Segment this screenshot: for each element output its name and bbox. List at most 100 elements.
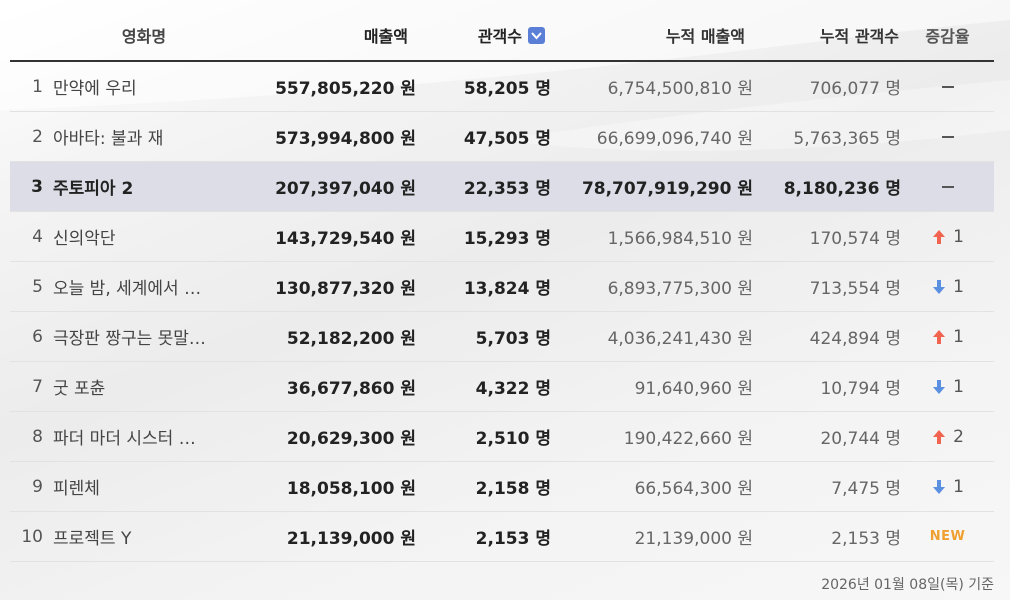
daily-revenue: 130,877,320 원 (275, 279, 416, 299)
daily-revenue: 21,139,000 원 (286, 529, 416, 549)
daily-audience: 58,205 명 (463, 79, 551, 99)
rank-number: 3 (31, 176, 43, 197)
sort-desc-icon[interactable] (528, 26, 545, 44)
movie-title[interactable]: 프로젝트 Y (43, 524, 218, 549)
table-row[interactable]: 7굿 포츈 36,677,860 원 4,322 명 91,640,960 원 10,7… (10, 362, 994, 412)
cumulative-revenue: 78,707,919,290 원 (581, 179, 753, 199)
daily-revenue: 207,397,040 원 (275, 179, 416, 199)
rank-change: NEW (901, 529, 994, 544)
table-row[interactable]: 9 피렌체 18,058,100 원 2,158 명 66,564,300 원 7,475… (10, 462, 994, 512)
arrow-up-icon (933, 329, 946, 344)
rank-change: 1 (901, 227, 994, 247)
daily-audience: 5,703 명 (475, 329, 551, 349)
daily-audience: 4,322 명 (475, 379, 551, 399)
cumulative-revenue: 1,566,984,510 원 (607, 229, 753, 249)
table-row[interactable]: 5 오늘 밤, 세계에서 … 130,877,320 원 13,824 명 6,893,… (10, 262, 994, 312)
cumulative-revenue: 190,422,660 원 (623, 429, 753, 449)
rank-number: 5 (32, 276, 43, 297)
movie-title[interactable]: 신의악단 (43, 224, 218, 249)
rank-change: 1 (901, 477, 994, 497)
cumulative-audience: 706,077 명 (809, 79, 901, 99)
movie-title[interactable]: 극장판 짱구는 못말… (43, 324, 218, 349)
cumulative-revenue: 21,139,000 원 (634, 529, 753, 549)
table-row[interactable]: 4 신의악단 143,729,540 원 15,293 명 1,566,984,510 … (10, 212, 994, 262)
arrow-down-icon (933, 379, 946, 394)
cumulative-audience: 20,744 명 (820, 429, 901, 449)
daily-revenue: 557,805,220 원 (275, 79, 416, 99)
cumulative-revenue: 91,640,960 원 (634, 379, 753, 399)
rank-number: 4 (32, 226, 43, 247)
table-body: 1 만약에 우리 557,805,220 원 58,205 명 6,754,500,81… (10, 62, 994, 562)
rank-change: 1 (901, 377, 994, 397)
cumulative-audience: 424,894 명 (809, 329, 901, 349)
movie-title[interactable]: 오늘 밤, 세계에서 … (43, 274, 218, 299)
cumulative-audience: 8,180,236 명 (783, 179, 901, 199)
rank-number: 10 (21, 526, 43, 547)
boxoffice-table: 영화명 매출액 관객수 누적 매출액 누적 관객수 증감율 1 만약에 우리 557… (10, 10, 994, 562)
daily-revenue: 52,182,200 원 (286, 329, 416, 349)
daily-audience: 2,158 명 (475, 479, 551, 499)
header-audience-label: 관객수 (477, 27, 522, 46)
rank-change-value: 1 (953, 326, 964, 347)
movie-title[interactable]: 주토피아 2 (43, 174, 218, 199)
daily-audience: 13,824 명 (463, 279, 551, 299)
movie-title[interactable]: 아바타: 불과 재 (43, 124, 218, 149)
daily-revenue: 20,629,300 원 (286, 429, 416, 449)
daily-revenue: 18,058,100 원 (286, 479, 416, 499)
arrow-down-icon (933, 479, 946, 494)
reference-date: 2026년 01월 08일(목) 기준 (821, 577, 994, 593)
movie-title[interactable]: 만약에 우리 (43, 74, 218, 99)
daily-audience: 2,153 명 (475, 529, 551, 549)
table-row[interactable]: 2 아바타: 불과 재 573,994,800 원 47,505 명 66,699,09… (10, 112, 994, 162)
rank-number: 8 (32, 426, 43, 447)
arrow-up-icon (933, 429, 946, 444)
rank-number: 9 (32, 476, 43, 497)
rank-change (901, 85, 994, 88)
no-change-dash-icon (941, 135, 954, 138)
daily-revenue: 573,994,800 원 (275, 129, 416, 149)
table-row[interactable]: 8 파더 마더 시스터 … 20,629,300 원 2,510 명 190,422,6… (10, 412, 994, 462)
table-row[interactable]: 3 주토피아 2 207,397,040 원 22,353 명 78,707,919,2… (10, 162, 994, 212)
cumulative-revenue: 66,699,096,740 원 (596, 129, 753, 149)
cumulative-audience: 713,554 명 (809, 279, 901, 299)
cumulative-revenue: 6,754,500,810 원 (607, 79, 753, 99)
header-cum-revenue[interactable]: 누적 매출액 (551, 23, 753, 47)
movie-title[interactable]: 파더 마더 시스터 … (43, 424, 218, 449)
arrow-down-icon (933, 279, 946, 294)
rank-number: 1 (32, 76, 43, 97)
header-change[interactable]: 증감율 (901, 23, 994, 47)
arrow-up-icon (933, 229, 946, 244)
cumulative-audience: 2,153 명 (831, 529, 901, 549)
daily-audience: 47,505 명 (463, 129, 551, 149)
daily-audience: 15,293 명 (463, 229, 551, 249)
cumulative-revenue: 66,564,300 원 (634, 479, 753, 499)
rank-change-value: 1 (953, 276, 964, 297)
cumulative-audience: 10,794 명 (820, 379, 901, 399)
rank-change (901, 185, 994, 188)
cumulative-audience: 170,574 명 (809, 229, 901, 249)
daily-revenue: 143,729,540 원 (275, 229, 416, 249)
rank-number: 2 (32, 126, 43, 147)
rank-change-value: 1 (953, 476, 964, 497)
rank-number: 7 (32, 376, 43, 397)
cumulative-revenue: 4,036,241,430 원 (607, 329, 753, 349)
rank-number: 6 (32, 326, 43, 347)
cumulative-audience: 7,475 명 (831, 479, 901, 499)
movie-title[interactable]: 피렌체 (43, 474, 218, 499)
table-row[interactable]: 1 만약에 우리 557,805,220 원 58,205 명 6,754,500,81… (10, 62, 994, 112)
header-title[interactable]: 영화명 (10, 23, 218, 47)
table-row[interactable]: 6 극장판 짱구는 못말… 52,182,200 원 5,703 명 4,036,241… (10, 312, 994, 362)
movie-title[interactable]: 굿 포츈 (43, 374, 218, 399)
rank-change: 1 (901, 277, 994, 297)
header-cum-audience[interactable]: 누적 관객수 (753, 23, 901, 47)
rank-change: 2 (901, 427, 994, 447)
rank-change-value: 1 (953, 226, 964, 247)
rank-change-value: 1 (953, 376, 964, 397)
cumulative-audience: 5,763,365 명 (793, 129, 901, 149)
rank-change-value: 2 (953, 426, 964, 447)
rank-change (901, 135, 994, 138)
rank-change: 1 (901, 327, 994, 347)
header-audience[interactable]: 관객수 (416, 23, 551, 47)
table-row[interactable]: 10 프로젝트 Y 21,139,000 원 2,153 명 21,139,000 원 2… (10, 512, 994, 562)
header-revenue[interactable]: 매출액 (218, 23, 416, 47)
